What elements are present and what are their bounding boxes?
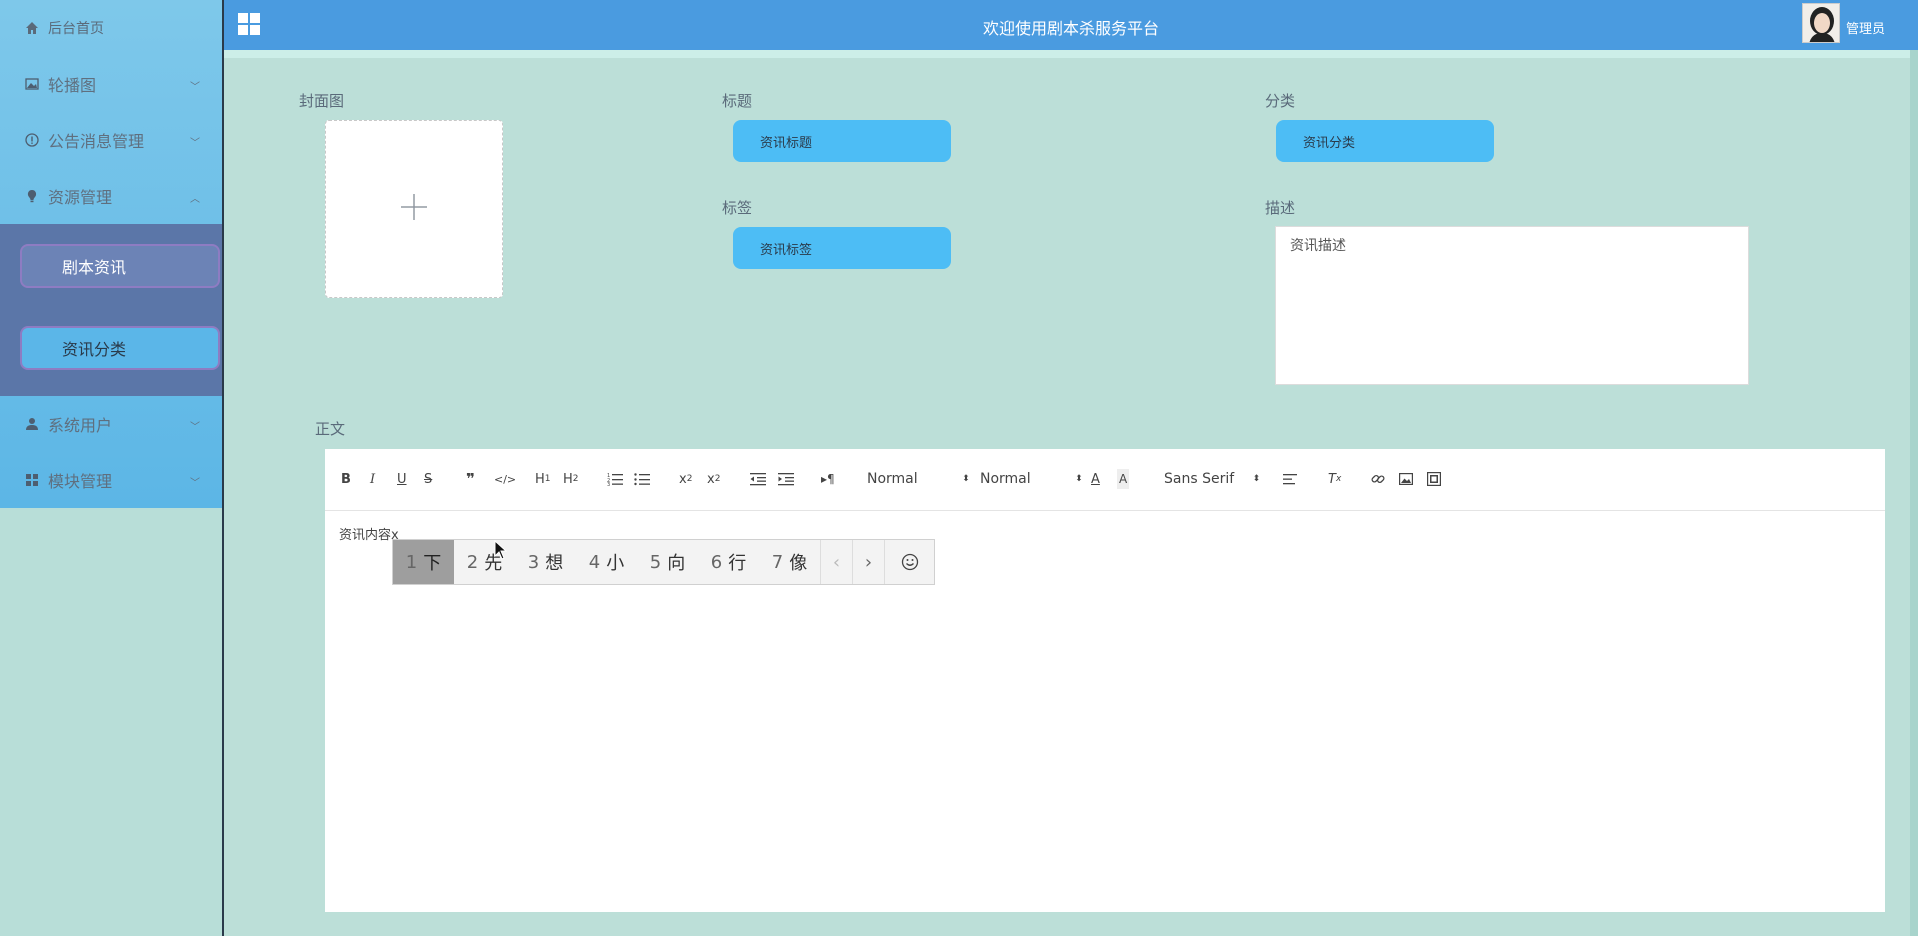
user-icon — [24, 416, 40, 432]
underline-button[interactable]: U — [397, 469, 407, 489]
svg-text:3: 3 — [607, 482, 610, 486]
indent-icon[interactable] — [778, 469, 794, 489]
ime-candidate[interactable]: 1下 — [393, 540, 454, 584]
font-select-value: Sans Serif — [1164, 471, 1235, 487]
sidebar-item-notice[interactable]: 公告消息管理 ﹀ — [0, 112, 222, 168]
editor-toolbar: B I U S ❞ </> H1 H2 123 x2 x2 ▸¶ Normal … — [325, 449, 1885, 511]
sidebar-item-carousel[interactable]: 轮播图 ﹀ — [0, 56, 222, 112]
top-header: 欢迎使用剧本杀服务平台 管理员 — [224, 0, 1918, 50]
bold-button[interactable]: B — [341, 469, 351, 489]
select-arrows-icon: ⬍ — [1075, 474, 1083, 484]
chevron-down-icon: ﹀ — [190, 82, 200, 93]
description-value: 资讯描述 — [1290, 238, 1346, 254]
select-arrows-icon: ⬍ — [962, 474, 970, 484]
scrollbar[interactable] — [1910, 50, 1918, 936]
quote-icon[interactable]: ❞ — [466, 469, 475, 489]
bullet-list-icon[interactable] — [634, 469, 650, 489]
align-left-icon[interactable] — [1283, 469, 1297, 489]
plus-icon — [401, 194, 427, 224]
bulb-icon — [24, 188, 40, 204]
size-select-value: Normal — [980, 471, 1031, 487]
sidebar-item-label: 轮播图 — [48, 76, 97, 95]
sidebar-subitem-label: 剧本资讯 — [62, 258, 127, 277]
sidebar-subitem-label: 资讯分类 — [62, 340, 127, 359]
tags-input[interactable]: 资讯标签 — [733, 227, 951, 269]
ime-next-page-icon[interactable]: › — [852, 540, 884, 584]
tags-label: 标签 — [722, 199, 753, 217]
sidebar-item-label: 系统用户 — [48, 416, 113, 435]
editor-content[interactable]: 资讯内容x — [339, 524, 399, 543]
sidebar: 后台首页 轮播图 ﹀ 公告消息管理 ﹀ 资源管理 ︿ 剧本资讯 资讯分类 系统用… — [0, 0, 224, 936]
sidebar-item-system-users[interactable]: 系统用户 ﹀ — [0, 396, 222, 452]
select-arrows-icon: ⬍ — [1252, 474, 1261, 484]
cover-label: 封面图 — [299, 92, 345, 110]
sidebar-subitem-news-category[interactable]: 资讯分类 — [20, 326, 220, 370]
category-label: 分类 — [1265, 92, 1296, 110]
font-select[interactable]: Sans Serif ⬍ — [1164, 471, 1260, 487]
clear-format-icon[interactable]: Tx — [1328, 469, 1341, 489]
tags-input-value: 资讯标签 — [760, 242, 813, 258]
ime-candidate-popup: 1下 2先 3想 4小 5向 6行 7像 ‹ › — [392, 539, 935, 585]
category-select[interactable]: 资讯分类 — [1276, 120, 1494, 162]
background-color-icon[interactable]: A — [1117, 469, 1130, 489]
content-frame-top — [224, 50, 1918, 58]
title-input-value: 资讯标题 — [760, 135, 813, 151]
subscript-button[interactable]: x2 — [679, 469, 692, 489]
sidebar-item-home[interactable]: 后台首页 — [0, 0, 222, 56]
outdent-icon[interactable] — [750, 469, 766, 489]
ordered-list-icon[interactable]: 123 — [607, 469, 623, 489]
home-icon — [24, 20, 40, 36]
header-select[interactable]: Normal ⬍ — [867, 471, 970, 487]
emoji-icon[interactable] — [884, 540, 934, 584]
grid-icon — [24, 472, 40, 488]
chevron-down-icon: ﹀ — [190, 138, 200, 149]
header-select-value: Normal — [867, 471, 918, 487]
body-label: 正文 — [315, 420, 346, 438]
size-select[interactable]: Normal ⬍ — [980, 471, 1083, 487]
h1-button[interactable]: H1 — [535, 469, 551, 489]
font-color-icon[interactable]: A — [1091, 469, 1100, 489]
title-label: 标题 — [722, 92, 753, 110]
description-label: 描述 — [1265, 199, 1296, 217]
ime-candidate[interactable]: 6行 — [698, 540, 759, 584]
sidebar-item-modules[interactable]: 模块管理 ﹀ — [0, 452, 222, 508]
italic-button[interactable]: I — [370, 469, 375, 489]
link-icon[interactable] — [1371, 469, 1385, 489]
cover-uploader[interactable] — [325, 120, 503, 298]
text-direction-icon[interactable]: ▸¶ — [821, 469, 835, 489]
image-insert-icon[interactable] — [1399, 469, 1413, 489]
ime-candidate[interactable]: 7像 — [759, 540, 820, 584]
page-title: 欢迎使用剧本杀服务平台 — [982, 19, 1159, 38]
ime-prev-page-icon[interactable]: ‹ — [820, 540, 852, 584]
description-textarea[interactable]: 资讯描述 — [1275, 226, 1749, 385]
superscript-button[interactable]: x2 — [707, 469, 720, 489]
ime-candidate[interactable]: 4小 — [576, 540, 637, 584]
avatar[interactable] — [1802, 3, 1840, 43]
ime-candidate[interactable]: 5向 — [637, 540, 698, 584]
video-insert-icon[interactable] — [1427, 469, 1441, 489]
strike-button[interactable]: S — [424, 469, 432, 489]
sidebar-item-resources[interactable]: 资源管理 ︿ — [0, 168, 222, 224]
sidebar-item-label: 公告消息管理 — [48, 132, 145, 151]
sidebar-subitem-script-news[interactable]: 剧本资讯 — [20, 244, 220, 288]
chevron-down-icon: ﹀ — [190, 478, 200, 489]
info-circle-icon — [24, 132, 40, 148]
code-block-icon[interactable]: </> — [494, 469, 516, 489]
mouse-pointer-icon — [494, 539, 508, 564]
h2-button[interactable]: H2 — [563, 469, 579, 489]
chevron-down-icon: ﹀ — [190, 422, 200, 433]
sidebar-item-label: 资源管理 — [48, 188, 113, 207]
rich-text-editor: B I U S ❞ </> H1 H2 123 x2 x2 ▸¶ Normal … — [325, 449, 1885, 912]
category-select-value: 资讯分类 — [1303, 135, 1356, 151]
title-input[interactable]: 资讯标题 — [733, 120, 951, 162]
ime-candidate[interactable]: 3想 — [515, 540, 576, 584]
sidebar-item-label: 后台首页 — [48, 21, 104, 37]
sidebar-item-label: 模块管理 — [48, 472, 113, 491]
chevron-up-icon: ︿ — [190, 194, 200, 205]
image-icon — [24, 76, 40, 92]
user-name[interactable]: 管理员 — [1846, 18, 1885, 37]
